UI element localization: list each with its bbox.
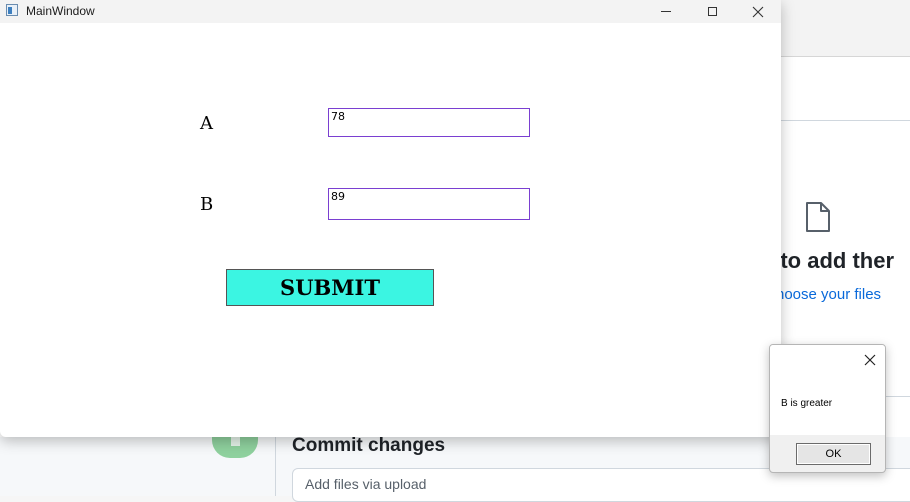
maximize-button[interactable]: [689, 0, 735, 23]
close-icon: [752, 6, 764, 17]
bg-vertical-divider: [275, 437, 276, 496]
input-a[interactable]: 78: [328, 108, 530, 137]
close-button[interactable]: [735, 0, 781, 23]
bg-divider: [781, 120, 910, 121]
minimize-icon: [661, 11, 671, 12]
input-b[interactable]: 89: [328, 188, 530, 220]
app-icon: [6, 4, 18, 16]
ok-button[interactable]: OK: [796, 443, 871, 465]
bg-box-edge: [884, 396, 910, 397]
minimize-button[interactable]: [643, 0, 689, 23]
main-window: MainWindow A 78 B 89 SUBMIT: [0, 0, 781, 437]
message-dialog: B is greater OK: [769, 344, 886, 473]
commit-changes-heading: Commit changes: [292, 435, 446, 456]
dialog-body: B is greater: [770, 375, 885, 435]
submit-button[interactable]: SUBMIT: [226, 269, 434, 306]
window-title: MainWindow: [26, 4, 95, 18]
label-b: B: [200, 194, 214, 215]
dialog-close-button[interactable]: [860, 350, 880, 370]
drag-files-heading: e to add ther: [762, 248, 895, 273]
file-icon: [806, 202, 830, 232]
choose-files-link[interactable]: hoose your files: [776, 286, 881, 303]
dialog-message: B is greater: [781, 398, 833, 409]
maximize-icon: [707, 7, 717, 16]
bg-header-band: [781, 0, 910, 57]
label-a: A: [200, 113, 213, 134]
window-titlebar[interactable]: MainWindow: [0, 0, 781, 23]
dialog-titlebar[interactable]: [770, 345, 885, 375]
commit-message-input[interactable]: Add files via upload: [292, 468, 910, 502]
close-icon: [864, 354, 876, 366]
